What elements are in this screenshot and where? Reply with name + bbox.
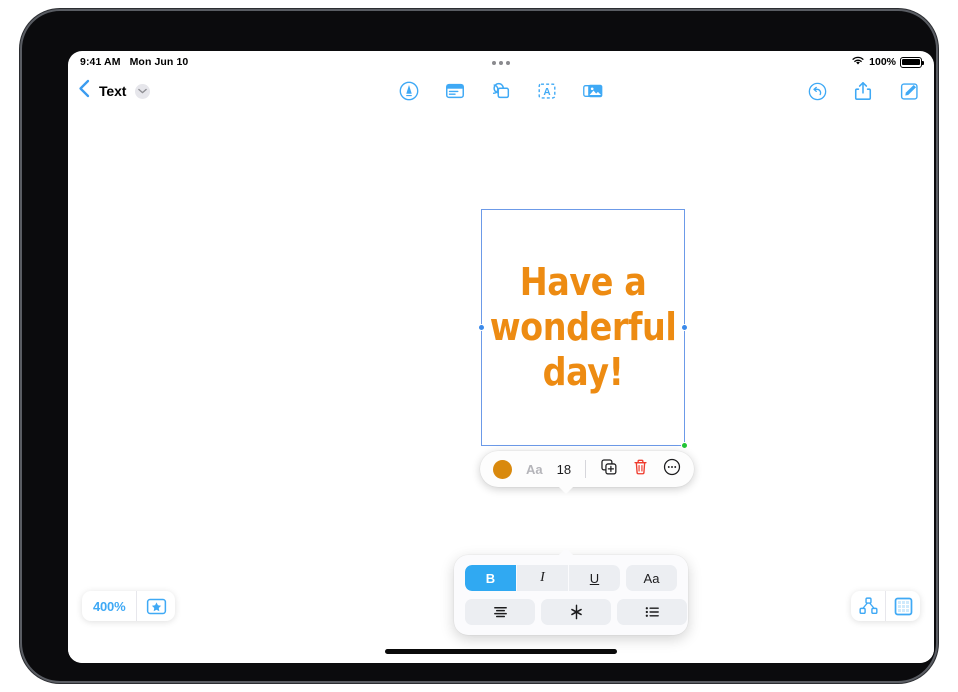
- font-style-button[interactable]: Aa: [626, 565, 677, 591]
- list-button[interactable]: [617, 599, 687, 625]
- grid-button[interactable]: [886, 591, 920, 621]
- style-button-group: B I U: [465, 565, 620, 591]
- format-row-style: B I U Aa: [465, 565, 677, 591]
- battery-icon: [900, 56, 924, 68]
- object-context-menu: Aa 18: [480, 451, 695, 494]
- zoom-control: 400%: [82, 591, 176, 621]
- line-spacing-button[interactable]: [541, 599, 611, 625]
- resize-handle-bottom-right[interactable]: [681, 442, 688, 449]
- page-marker: 2: [68, 351, 72, 364]
- font-size-value[interactable]: 18: [557, 462, 571, 477]
- shapes-tool[interactable]: [488, 78, 514, 104]
- note-tool[interactable]: [442, 78, 468, 104]
- wifi-icon: [851, 55, 865, 69]
- nav-bar: Text A: [68, 73, 934, 111]
- italic-button[interactable]: I: [517, 565, 568, 591]
- bulleted-list-icon: [645, 607, 659, 617]
- resize-handle-right[interactable]: [681, 324, 688, 331]
- format-row-paragraph: [465, 599, 687, 625]
- battery-percent: 100%: [869, 56, 896, 68]
- color-swatch-button[interactable]: [493, 459, 512, 479]
- canvas-view-controls: [851, 591, 920, 621]
- share-button[interactable]: [850, 78, 876, 104]
- organize-button[interactable]: [851, 591, 885, 621]
- resize-handle-left[interactable]: [478, 324, 485, 331]
- document-canvas[interactable]: 2 Have a wonderful day! Aa 18: [68, 111, 934, 663]
- underline-button[interactable]: U: [569, 565, 620, 591]
- home-indicator[interactable]: [385, 649, 617, 654]
- media-tool[interactable]: [580, 78, 606, 104]
- line-spacing-icon: [570, 604, 582, 620]
- align-center-icon: [493, 606, 507, 618]
- device-screen: 9:41 AM Mon Jun 10 100% Text A Have a wo…: [68, 51, 934, 663]
- trash-icon[interactable]: [632, 458, 649, 481]
- star-in-box-icon: [146, 598, 167, 614]
- zoom-level-value[interactable]: 400%: [82, 591, 136, 621]
- markup-pen-tool[interactable]: [396, 78, 422, 104]
- status-bar-center: [68, 59, 934, 65]
- compose-button[interactable]: [896, 78, 922, 104]
- svg-text:A: A: [543, 87, 551, 98]
- status-bar: 9:41 AM Mon Jun 10 100%: [68, 51, 934, 73]
- nav-bar-actions: [804, 78, 922, 104]
- node-hierarchy-icon: [858, 597, 878, 615]
- text-box-content: Have a wonderful day!: [489, 260, 677, 394]
- device-frame: 9:41 AM Mon Jun 10 100% Text A Have a wo…: [22, 11, 936, 681]
- text-align-button[interactable]: [465, 599, 535, 625]
- undo-button[interactable]: [804, 78, 830, 104]
- duplicate-icon[interactable]: [600, 458, 618, 481]
- favorite-button[interactable]: [137, 591, 175, 621]
- status-bar-right: 100%: [851, 55, 924, 69]
- text-format-panel: B I U Aa: [454, 548, 688, 635]
- more-circle-icon[interactable]: [663, 458, 681, 481]
- grid-square-icon: [894, 597, 912, 615]
- font-label[interactable]: Aa: [526, 462, 543, 477]
- selected-text-box[interactable]: Have a wonderful day!: [478, 209, 688, 449]
- multitasking-dots-icon[interactable]: [492, 61, 510, 65]
- text-tool[interactable]: A: [534, 78, 560, 104]
- context-divider: [585, 460, 587, 478]
- bold-button[interactable]: B: [465, 565, 516, 591]
